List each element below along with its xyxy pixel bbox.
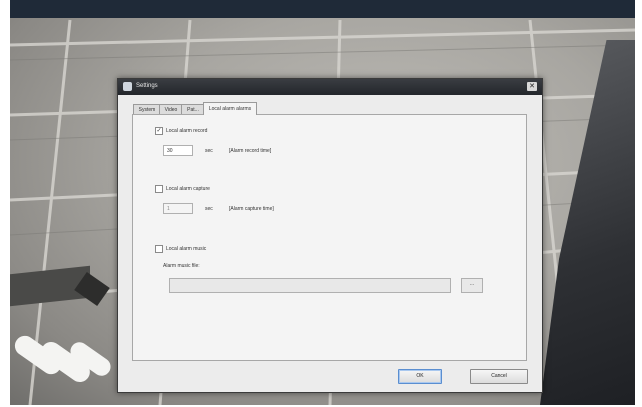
alarm-record-time-unit: sec [205, 148, 213, 154]
alarm-record-time-input[interactable]: 30 [163, 145, 193, 156]
close-button[interactable]: ✕ [527, 82, 537, 91]
alarm-record-time-hint: [Alarm record time] [229, 148, 272, 154]
browse-button[interactable]: ... [461, 278, 483, 293]
settings-dialog: Settings ✕ System Video Pat... Local ala… [117, 78, 543, 393]
local-alarm-music-checkbox[interactable] [155, 245, 163, 253]
alarm-music-file-label: Alarm music file: [163, 263, 200, 269]
app-icon [123, 82, 132, 91]
local-alarm-record-checkbox[interactable]: ✓ [155, 127, 163, 135]
alarm-music-file-input[interactable] [169, 278, 451, 293]
tab-local-alarm-alarms[interactable]: Local alarm alarms [203, 102, 257, 115]
ok-button[interactable]: OK [398, 369, 442, 384]
alarm-capture-time-hint: [Alarm capture time] [229, 206, 274, 212]
cancel-button[interactable]: Cancel [470, 369, 528, 384]
local-alarm-capture-checkbox[interactable] [155, 185, 163, 193]
alarm-capture-time-input[interactable]: 1 [163, 203, 193, 214]
local-alarm-record-row[interactable]: ✓ Local alarm record [155, 127, 207, 135]
local-alarm-music-row[interactable]: Local alarm music [155, 245, 206, 253]
local-alarm-capture-label: Local alarm capture [166, 186, 210, 192]
local-alarm-music-label: Local alarm music [166, 246, 207, 252]
local-alarm-record-label: Local alarm record [166, 128, 208, 134]
alarm-capture-time-unit: sec [205, 206, 213, 212]
tab-panel: ✓ Local alarm record 30 sec [Alarm recor… [132, 114, 527, 361]
local-alarm-capture-row[interactable]: Local alarm capture [155, 185, 210, 193]
close-icon: ✕ [529, 83, 535, 90]
dialog-titlebar[interactable]: Settings ✕ [118, 79, 542, 95]
dialog-title: Settings [136, 83, 158, 89]
